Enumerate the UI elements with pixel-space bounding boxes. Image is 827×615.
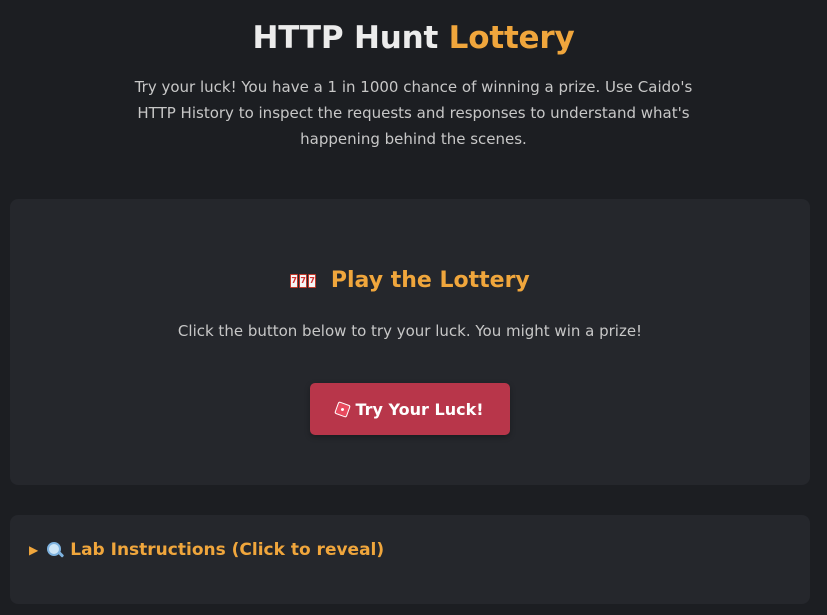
try-your-luck-button[interactable]: Try Your Luck! <box>310 383 510 435</box>
page-description: Try your luck! You have a 1 in 1000 chan… <box>134 78 693 148</box>
lottery-card: 777 Play the Lottery Click the button be… <box>10 199 810 485</box>
die-icon <box>334 400 352 418</box>
slot-reel: 7 <box>308 274 317 288</box>
slot-reel: 7 <box>290 274 299 288</box>
lab-instructions-toggle[interactable]: ▶ Lab Instructions (Click to reveal) <box>29 537 384 563</box>
magnifier-icon <box>46 541 64 559</box>
try-your-luck-label: Try Your Luck! <box>355 399 484 419</box>
lottery-heading-text: Play the Lottery <box>330 268 530 293</box>
page-title: HTTP Hunt Lottery <box>0 18 827 58</box>
page-header: HTTP Hunt Lottery Try your luck! You hav… <box>0 0 827 152</box>
lottery-heading: 777 Play the Lottery <box>10 261 810 297</box>
lottery-description: Click the button below to try your luck.… <box>177 322 643 340</box>
page-title-main: HTTP Hunt <box>252 20 439 56</box>
slot-reel: 7 <box>299 274 308 288</box>
lab-instructions-card: ▶ Lab Instructions (Click to reveal) <box>10 515 810 604</box>
lab-instructions-label: Lab Instructions (Click to reveal) <box>70 540 385 560</box>
slot-machine-icon: 777 <box>290 261 317 293</box>
triangle-right-icon: ▶ <box>29 543 39 557</box>
page-title-accent: Lottery <box>448 20 575 56</box>
